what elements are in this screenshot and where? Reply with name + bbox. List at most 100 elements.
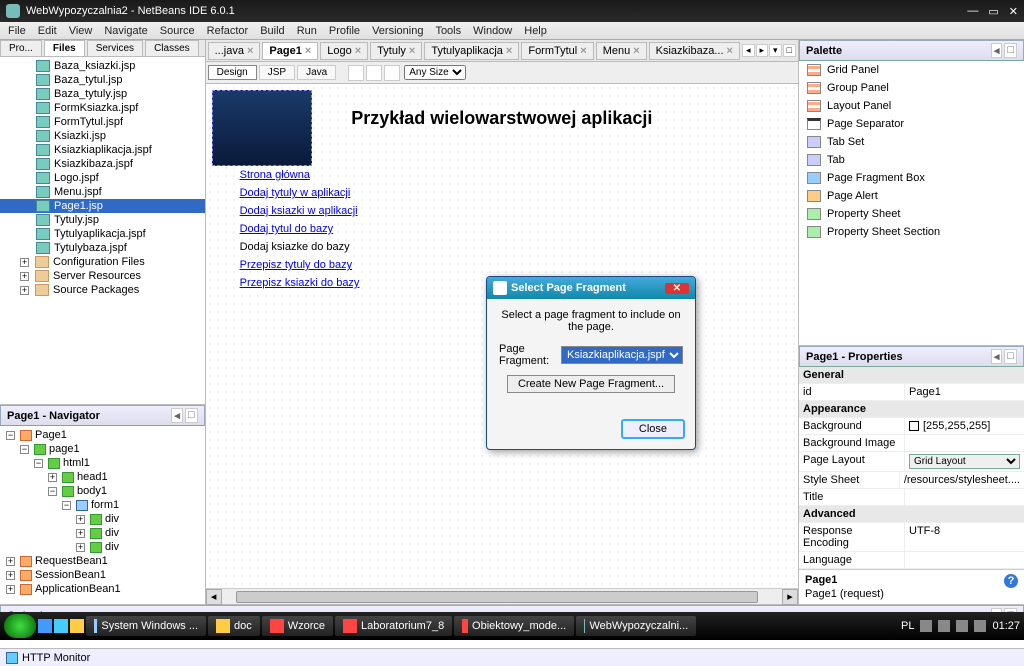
nav-node[interactable]: page1 (49, 443, 80, 455)
expand-icon[interactable]: + (20, 258, 29, 267)
nav-bean[interactable]: ApplicationBean1 (35, 583, 121, 595)
prop-value[interactable]: Grid Layout (904, 452, 1024, 471)
file-item[interactable]: Tytulyaplikacja.jspf (54, 228, 146, 240)
http-monitor-tab[interactable]: HTTP Monitor (0, 648, 1024, 666)
collapse-icon[interactable]: − (34, 459, 43, 468)
expand-icon[interactable]: + (20, 286, 29, 295)
file-item[interactable]: Logo.jspf (54, 172, 99, 184)
palette-list[interactable]: Grid Panel Group Panel Layout Panel Page… (799, 61, 1024, 345)
menu-link[interactable]: Dodaj tytuly w aplikacji (240, 187, 794, 199)
editor-tab[interactable]: Page1× (262, 42, 318, 60)
file-item[interactable]: Menu.jspf (54, 186, 102, 198)
nav-node[interactable]: html1 (63, 457, 90, 469)
menu-run[interactable]: Run (293, 25, 321, 37)
help-icon[interactable]: ? (1004, 574, 1018, 588)
tab-close-icon[interactable]: × (355, 45, 361, 57)
collapse-icon[interactable]: − (62, 501, 71, 510)
tab-close-icon[interactable]: × (506, 45, 512, 57)
file-item[interactable]: Baza_tytul.jsp (54, 74, 122, 86)
view-java-button[interactable]: Java (297, 65, 336, 80)
file-item[interactable]: Tytuly.jsp (54, 214, 99, 226)
tab-list-icon[interactable]: ▾ (769, 44, 782, 57)
nav-node[interactable]: div (105, 541, 119, 553)
palette-item[interactable]: Property Sheet (799, 205, 1024, 223)
nav-node[interactable]: div (105, 527, 119, 539)
nav-node[interactable]: head1 (77, 471, 108, 483)
browser-preview-icon[interactable] (366, 65, 382, 81)
editor-tab[interactable]: Tytuly× (370, 42, 422, 60)
nav-node[interactable]: Page1 (35, 429, 67, 441)
create-fragment-button[interactable]: Create New Page Fragment... (507, 375, 675, 393)
palette-item[interactable]: Tab Set (799, 133, 1024, 151)
prop-value[interactable]: /resources/stylesheet.... (899, 472, 1024, 488)
scroll-right-icon[interactable]: ▸ (782, 589, 798, 605)
size-select[interactable]: Any Size (404, 65, 466, 80)
nav-bean[interactable]: SessionBean1 (35, 569, 106, 581)
palette-item[interactable]: Page Fragment Box (799, 169, 1024, 187)
scroll-thumb[interactable] (236, 591, 758, 603)
quicklaunch-icon[interactable] (54, 619, 68, 633)
taskbar-item[interactable]: System Windows ... (86, 616, 206, 636)
properties-table[interactable]: General idPage1 Appearance Background[25… (799, 367, 1024, 569)
dialog-close-icon[interactable]: ✕ (665, 283, 689, 294)
close-button[interactable]: Close (621, 419, 685, 439)
file-item[interactable]: Tytulybaza.jspf (54, 242, 127, 254)
scroll-left-icon[interactable]: ◂ (206, 589, 222, 605)
refresh-icon[interactable] (384, 65, 400, 81)
panel-min-icon[interactable]: ◂ (171, 408, 183, 423)
prop-category[interactable]: General (799, 367, 1024, 383)
menu-source[interactable]: Source (156, 25, 199, 37)
maximize-button[interactable]: ▭ (988, 5, 998, 18)
palette-item[interactable]: Tab (799, 151, 1024, 169)
tab-files[interactable]: Files (44, 40, 85, 56)
tray-icon[interactable] (938, 620, 950, 632)
editor-tab[interactable]: ...java× (208, 42, 261, 60)
tab-prev-icon[interactable]: ◂ (742, 44, 755, 57)
panel-close-icon[interactable]: □ (1004, 43, 1017, 58)
toggle-grid-icon[interactable] (348, 65, 364, 81)
editor-tab[interactable]: Menu× (596, 42, 647, 60)
close-button[interactable]: ✕ (1009, 5, 1018, 18)
file-item[interactable]: Baza_ksiazki.jsp (54, 60, 135, 72)
fragment-select[interactable]: Ksiazkiaplikacja.jspf (561, 346, 683, 364)
menu-window[interactable]: Window (469, 25, 516, 37)
tray-icon[interactable] (974, 620, 986, 632)
nav-node[interactable]: body1 (77, 485, 107, 497)
tab-services[interactable]: Services (87, 40, 143, 56)
menu-tools[interactable]: Tools (431, 25, 465, 37)
folder-item[interactable]: Server Resources (53, 270, 141, 282)
file-item[interactable]: Page1.jsp (54, 200, 103, 212)
taskbar-item[interactable]: WebWypozyczalni... (576, 616, 696, 636)
prop-value[interactable] (904, 435, 1024, 451)
menu-refactor[interactable]: Refactor (203, 25, 253, 37)
prop-value[interactable]: Page1 (904, 384, 1024, 400)
editor-tab[interactable]: FormTytul× (521, 42, 593, 60)
taskbar-item[interactable]: Obiektowy_mode... (454, 616, 574, 636)
menu-link[interactable]: Strona główna (240, 169, 794, 181)
file-item[interactable]: Ksiazki.jsp (54, 130, 106, 142)
folder-item[interactable]: Configuration Files (53, 256, 145, 268)
dialog-titlebar[interactable]: Select Page Fragment ✕ (487, 277, 695, 299)
expand-icon[interactable]: + (48, 473, 57, 482)
view-design-button[interactable]: Design (208, 65, 257, 80)
tab-close-icon[interactable]: × (633, 45, 639, 57)
panel-min-icon[interactable]: ◂ (991, 43, 1003, 58)
file-tree[interactable]: Baza_ksiazki.jsp Baza_tytul.jsp Baza_tyt… (0, 57, 205, 404)
file-item[interactable]: Ksiazkiaplikacja.jspf (54, 144, 152, 156)
tab-close-icon[interactable]: × (247, 45, 253, 57)
menu-link[interactable]: Dodaj tytul do bazy (240, 223, 794, 235)
menu-view[interactable]: View (65, 25, 97, 37)
prop-category[interactable]: Advanced (799, 506, 1024, 522)
taskbar-item[interactable]: Laboratorium7_8 (335, 616, 452, 636)
menu-profile[interactable]: Profile (325, 25, 364, 37)
panel-close-icon[interactable]: □ (1004, 349, 1017, 364)
tray-icon[interactable] (956, 620, 968, 632)
prop-value[interactable]: [255,255,255] (904, 418, 1024, 434)
lang-indicator[interactable]: PL (901, 620, 914, 632)
editor-tab[interactable]: Tytulyaplikacja× (424, 42, 519, 60)
tab-next-icon[interactable]: ▸ (756, 44, 769, 57)
editor-tab[interactable]: Ksiazkibaza...× (649, 42, 740, 60)
menu-link[interactable]: Dodaj ksiazki w aplikacji (240, 205, 794, 217)
navigator-tree[interactable]: −Page1 −page1 −html1 +head1 −body1 −form… (0, 426, 205, 604)
prop-value[interactable] (904, 552, 1024, 568)
